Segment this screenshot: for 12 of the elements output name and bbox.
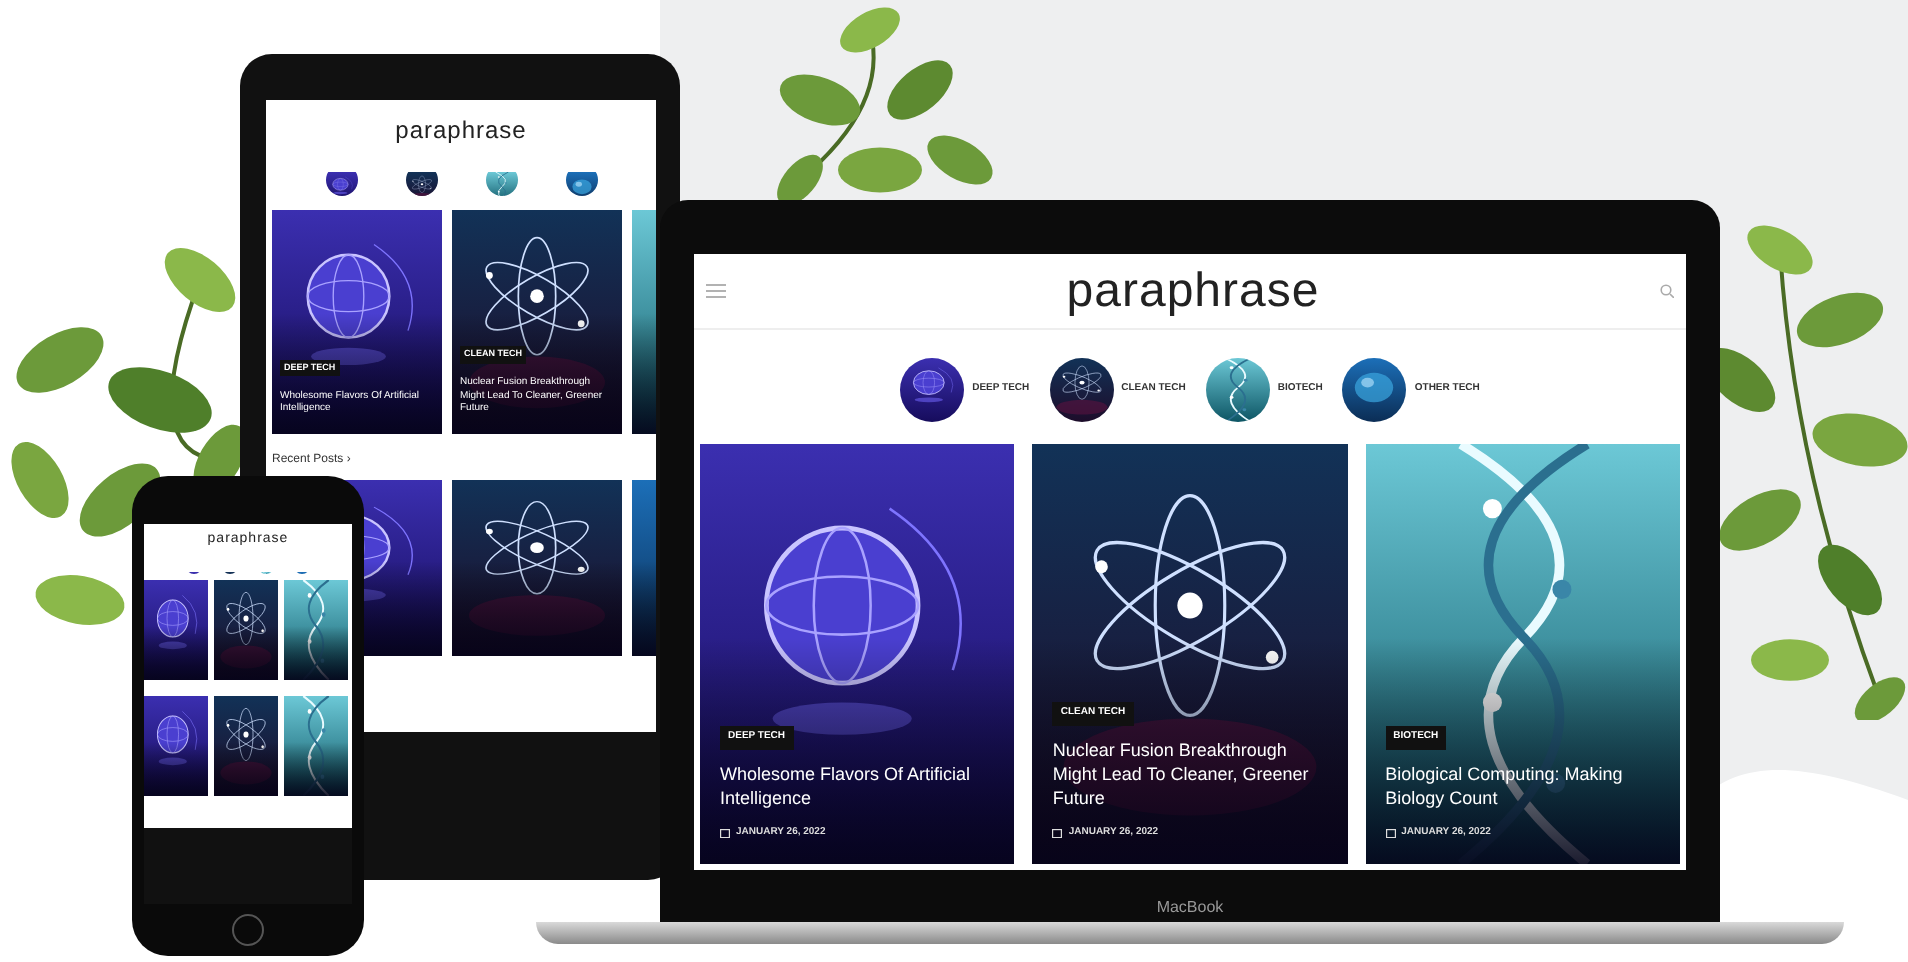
search-icon[interactable]	[1659, 284, 1674, 298]
calendar-icon	[1052, 827, 1063, 838]
site-logo[interactable]: paraphrase	[1066, 255, 1320, 327]
calendar-icon	[720, 827, 730, 838]
calendar-icon	[1385, 827, 1396, 838]
post-title[interactable]: Biological Computing: Making Biology Count	[1385, 764, 1660, 811]
home-button[interactable]	[232, 914, 264, 946]
post-title[interactable]: Wholesome Flavors Of Artificial Intelligence	[720, 764, 995, 811]
brand-label: MacBook	[1156, 896, 1224, 920]
site-logo[interactable]: paraphrase	[395, 112, 527, 148]
menu-icon	[706, 284, 726, 298]
post-title[interactable]: Nuclear Fusion Breakthrough Might Lead To Cleaner, Greener Future	[1052, 740, 1328, 811]
